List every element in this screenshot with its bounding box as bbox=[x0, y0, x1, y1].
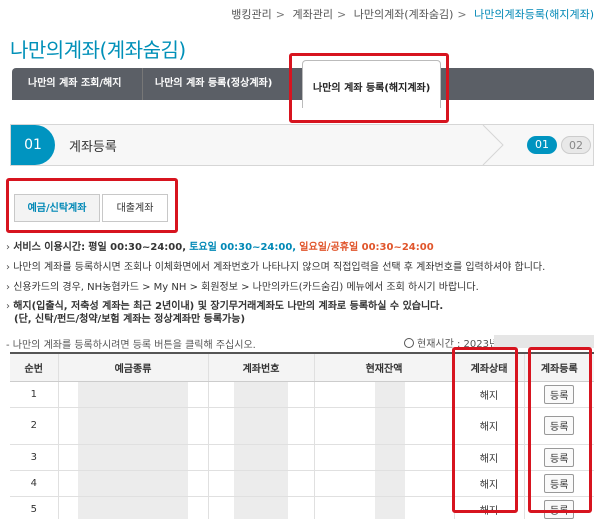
info-line: › 나만의 계좌를 등록하시면 조회나 이체화면에서 계좌번호가 나타나지 않으… bbox=[6, 262, 546, 273]
blurred-cell bbox=[57, 496, 208, 519]
breadcrumb-item[interactable]: 뱅킹관리 bbox=[231, 8, 271, 21]
service-hours: › 서비스 이용시간: 평일 00:30~24:00, 토요일 00:30~24… bbox=[6, 242, 434, 253]
info-text: (단, 신탁/펀드/청약/보험 계좌는 정상계좌만 등록가능) bbox=[14, 314, 246, 325]
breadcrumb-current: 나만의계좌등록(해지계좌) bbox=[474, 8, 594, 21]
breadcrumb: 뱅킹관리 > 계좌관리 > 나만의계좌(계좌숨김) > 나만의계좌등록(해지계좌) bbox=[231, 8, 594, 21]
chevron-right-icon bbox=[482, 125, 504, 165]
step-indicator-current: 01 bbox=[527, 136, 557, 154]
blurred-cell bbox=[57, 381, 208, 408]
highlight-box bbox=[452, 347, 518, 513]
row-no: 3 bbox=[10, 444, 58, 471]
blurred-cell bbox=[207, 470, 314, 497]
blurred-cell bbox=[313, 444, 454, 471]
register-note: - 나만의 계좌를 등록하시려면 등록 버튼을 클릭해 주십시오. bbox=[6, 340, 256, 351]
service-label: 서비스 이용시간: bbox=[13, 242, 86, 253]
saturday-hours: 토요일 00:30~24:00, bbox=[189, 242, 297, 253]
row-no: 4 bbox=[10, 470, 58, 497]
breadcrumb-item[interactable]: 나만의계좌(계좌숨김) bbox=[354, 8, 454, 21]
blurred-cell bbox=[207, 381, 314, 408]
highlight-box bbox=[6, 178, 178, 233]
holiday-hours: 일요일/공휴일 00:30~24:00 bbox=[299, 242, 434, 253]
tab-register-normal[interactable]: 나만의 계좌 등록(정상계좌) bbox=[142, 68, 284, 100]
step-indicator-next: 02 bbox=[561, 136, 591, 154]
blurred-cell bbox=[313, 496, 454, 519]
blurred-cell bbox=[57, 470, 208, 497]
col-header-account: 계좌번호 bbox=[207, 352, 314, 382]
step-number: 01 bbox=[11, 125, 55, 165]
blurred-cell bbox=[207, 496, 314, 519]
blurred-cell bbox=[313, 470, 454, 497]
step-bar: 01 계좌등록 01 02 bbox=[10, 124, 594, 166]
row-no: 2 bbox=[10, 407, 58, 445]
row-no: 1 bbox=[10, 381, 58, 408]
info-line: (단, 신탁/펀드/청약/보험 계좌는 정상계좌만 등록가능) bbox=[14, 310, 245, 325]
info-text: 신용카드의 경우, NH농협카드 > My NH > 회원정보 > 나만의카드(… bbox=[13, 282, 479, 293]
blurred-cell bbox=[313, 381, 454, 408]
blurred-cell bbox=[313, 407, 454, 445]
info-line: › 신용카드의 경우, NH농협카드 > My NH > 회원정보 > 나만의카… bbox=[6, 282, 479, 293]
blurred-cell bbox=[57, 444, 208, 471]
step-label: 계좌등록 bbox=[69, 140, 117, 155]
info-text: 나만의 계좌를 등록하시면 조회나 이체화면에서 계좌번호가 나타나지 않으며 … bbox=[13, 262, 546, 273]
clock-icon bbox=[404, 338, 414, 348]
breadcrumb-item[interactable]: 계좌관리 bbox=[293, 8, 333, 21]
blurred-cell bbox=[207, 444, 314, 471]
col-header-balance: 현재잔액 bbox=[313, 352, 454, 382]
blurred-cell bbox=[207, 407, 314, 445]
weekday-hours: 평일 00:30~24:00, bbox=[88, 242, 186, 253]
blurred-cell bbox=[57, 407, 208, 445]
tab-my-account-inquiry[interactable]: 나만의 계좌 조회/해지 bbox=[16, 68, 133, 100]
col-header-type: 예금종류 bbox=[57, 352, 208, 382]
col-header-no: 순번 bbox=[10, 352, 58, 382]
highlight-box bbox=[289, 53, 449, 123]
page-title: 나만의계좌(계좌숨김) bbox=[10, 38, 186, 62]
row-no: 5 bbox=[10, 496, 58, 519]
highlight-box bbox=[528, 347, 592, 513]
